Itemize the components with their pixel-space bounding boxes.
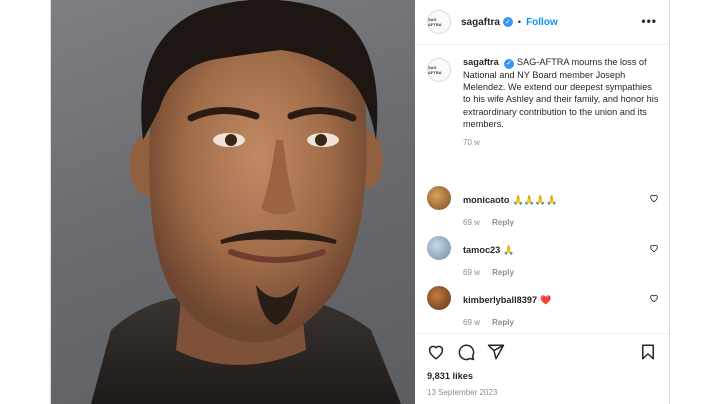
comment-item: monicaoto 🙏🙏🙏🙏 69 w Reply <box>427 186 659 227</box>
comment-heart-icon[interactable] <box>649 193 659 203</box>
comment-username[interactable]: monicaoto <box>463 195 509 205</box>
reply-button[interactable]: Reply <box>492 318 514 327</box>
header-username[interactable]: sagaftra <box>461 17 500 28</box>
heart-icon[interactable] <box>427 343 445 361</box>
comment-text: 🙏🙏🙏🙏 <box>512 195 558 205</box>
caption-verified-badge-icon: ✓ <box>504 58 515 69</box>
post-header: SAG AFTRA sagaftra ✓ • Follow ••• <box>415 0 669 45</box>
post-date: 13 September 2023 <box>427 388 498 397</box>
comment-username[interactable]: tamoc23 <box>463 245 500 255</box>
reply-button[interactable]: Reply <box>492 218 514 227</box>
comment-item: kimberlyball8397 ❤️ 69 w Reply <box>427 286 659 327</box>
comment-text: ❤️ <box>540 295 552 305</box>
verified-badge-icon: ✓ <box>502 17 513 27</box>
comment-age: 69 w <box>463 268 480 277</box>
caption-avatar[interactable]: SAG AFTRA <box>427 58 451 82</box>
caption-avatar-logo-text: SAG AFTRA <box>428 65 442 75</box>
caption-text: SAG-AFTRA mourns the loss of National an… <box>463 57 659 130</box>
comment-age: 69 w <box>463 218 480 227</box>
caption-body: sagaftra ✓ SAG-AFTRA mourns the loss of … <box>463 56 659 149</box>
comment-heart-icon[interactable] <box>649 243 659 253</box>
separator-dot: • <box>517 17 522 27</box>
comment-icon[interactable] <box>457 343 475 361</box>
instagram-post-frame: SAG AFTRA sagaftra ✓ • Follow ••• SAG AF… <box>50 0 670 404</box>
portrait-image <box>91 0 401 404</box>
avatar-logo-text: SAG AFTRA <box>428 17 442 27</box>
caption-username[interactable]: sagaftra <box>463 57 499 67</box>
comment-avatar[interactable] <box>427 236 451 260</box>
account-avatar[interactable]: SAG AFTRA <box>427 10 451 34</box>
comment-avatar[interactable] <box>427 286 451 310</box>
bookmark-icon[interactable] <box>639 343 657 361</box>
comment-age: 69 w <box>463 318 480 327</box>
caption-age: 70 w <box>463 137 480 147</box>
comment-avatar[interactable] <box>427 186 451 210</box>
share-icon[interactable] <box>487 343 505 361</box>
reply-button[interactable]: Reply <box>492 268 514 277</box>
comment-item: tamoc23 🙏 69 w Reply <box>427 236 659 277</box>
comment-heart-icon[interactable] <box>649 293 659 303</box>
comment-text: 🙏 <box>503 245 515 255</box>
post-side-panel: SAG AFTRA sagaftra ✓ • Follow ••• SAG AF… <box>415 0 669 404</box>
follow-button[interactable]: Follow <box>526 17 558 28</box>
likes-count[interactable]: 9,831 likes <box>427 371 473 381</box>
action-bar <box>415 333 669 370</box>
caption: SAG AFTRA sagaftra ✓ SAG-AFTRA mourns th… <box>427 56 659 149</box>
comment-username[interactable]: kimberlyball8397 <box>463 295 537 305</box>
post-photo[interactable] <box>51 0 415 404</box>
more-options-icon[interactable]: ••• <box>641 14 657 28</box>
